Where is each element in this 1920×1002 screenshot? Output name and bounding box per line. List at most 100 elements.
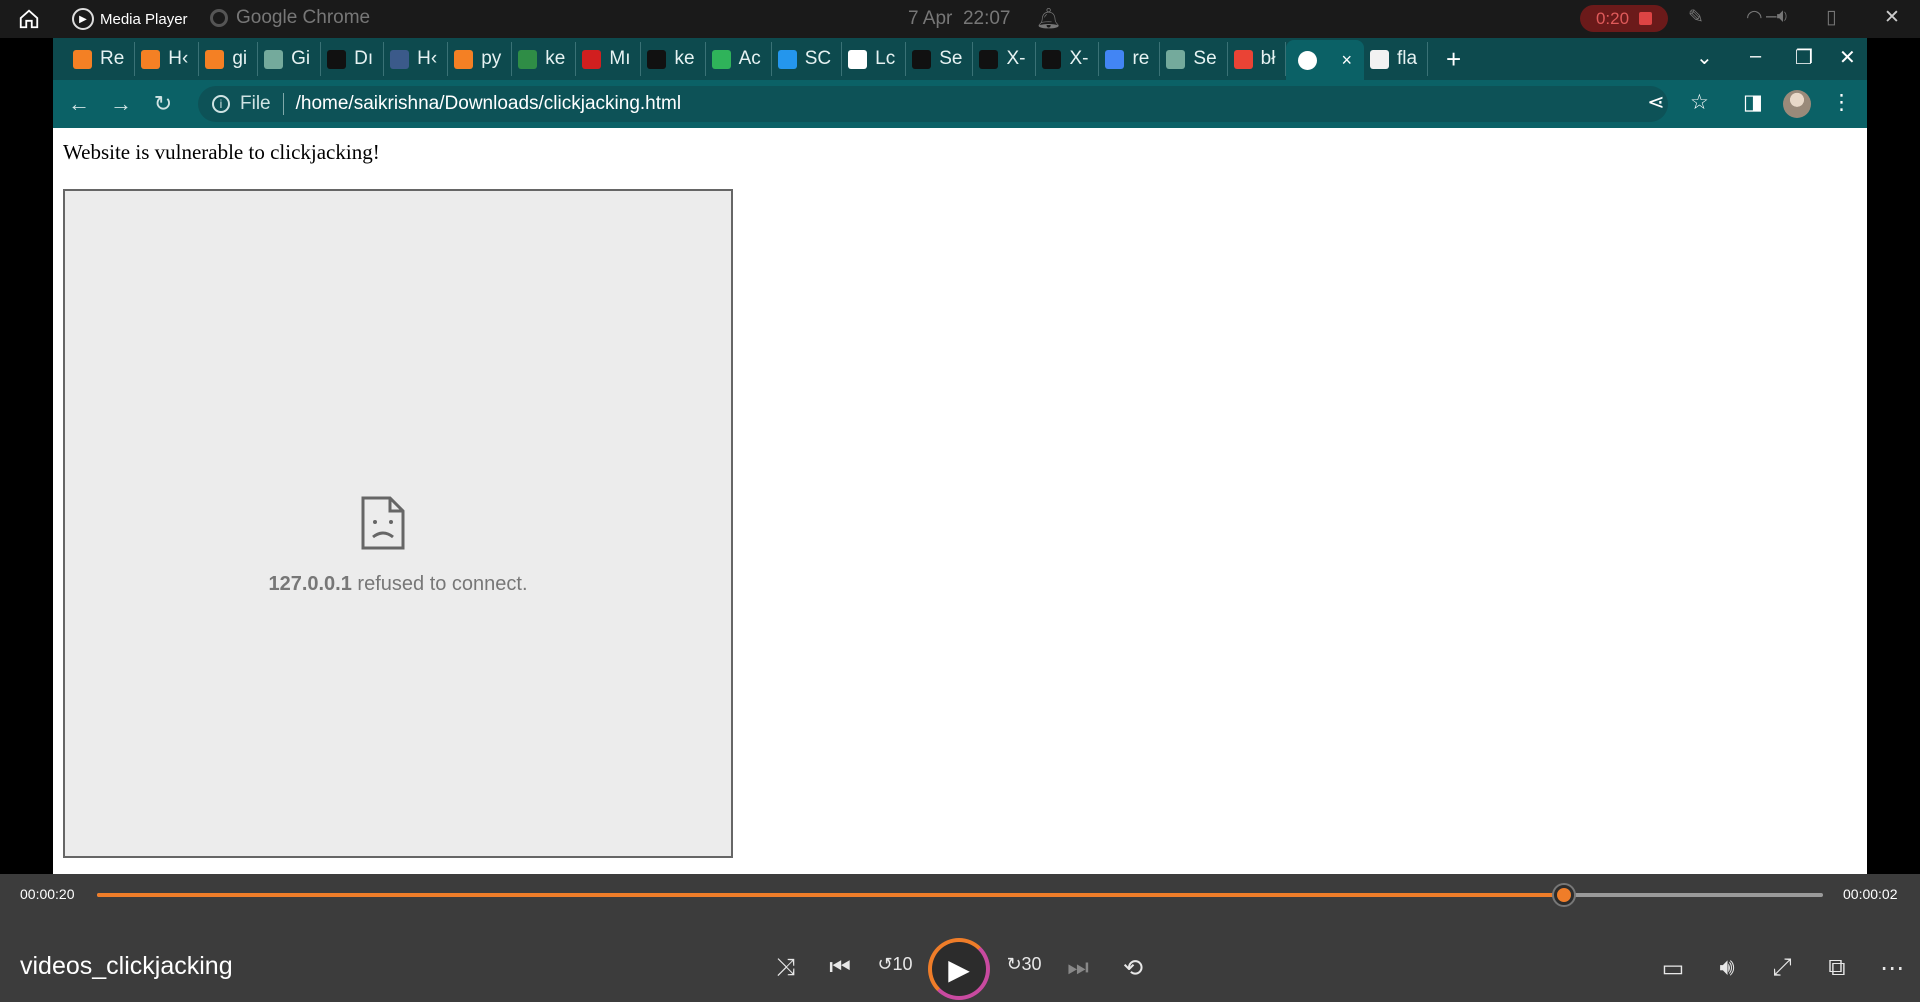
seek-handle[interactable] xyxy=(1554,885,1575,905)
doc-icon xyxy=(390,49,410,69)
tab-4[interactable]: Dı xyxy=(321,42,385,76)
tab-label: py xyxy=(481,48,502,69)
tab-5[interactable]: H‹ xyxy=(384,42,449,76)
mini-view-icon[interactable]: ⧉ xyxy=(1819,954,1855,982)
tab-6[interactable]: py xyxy=(448,42,513,76)
tab-9[interactable]: ke xyxy=(641,42,706,76)
volume-icon[interactable]: 🔊︎ xyxy=(1709,954,1745,982)
video-title: videos_clickjacking xyxy=(20,952,233,980)
stackoverflow-icon xyxy=(141,49,161,69)
more-options-icon[interactable]: ⋯ xyxy=(1874,954,1910,983)
subtitles-icon[interactable]: ▭ xyxy=(1655,954,1691,983)
info-icon[interactable]: i xyxy=(212,95,230,113)
tab-3[interactable]: Gi xyxy=(258,42,322,76)
window-close-icon[interactable]: ✕ xyxy=(1839,45,1856,70)
stackoverflow-icon xyxy=(454,49,474,69)
page-content: Website is vulnerable to clickjacking! 1… xyxy=(53,128,1867,874)
phone-icon xyxy=(912,49,932,69)
browser-toolbar: ← → ↻ i File /home/saikrishna/Downloads/… xyxy=(53,80,1867,128)
wifi-icon[interactable]: ◠ xyxy=(1746,6,1763,29)
cube-icon xyxy=(1369,49,1389,69)
side-panel-icon[interactable]: ◨ xyxy=(1743,90,1763,115)
remaining-time: 00:00:02 xyxy=(1843,886,1898,902)
error-host: 127.0.0.1 xyxy=(268,573,352,595)
chrome-label: Google Chrome xyxy=(236,7,371,28)
tab-0[interactable]: Re xyxy=(67,42,136,76)
media-player-app[interactable]: ▶ Media Player xyxy=(72,8,188,30)
tab-10[interactable]: Ac xyxy=(706,42,772,76)
seek-bar[interactable] xyxy=(97,885,1823,905)
pen-icon[interactable]: ✎ xyxy=(1688,6,1704,29)
minimize-icon[interactable]: – xyxy=(1750,45,1761,68)
tab-label: H‹ xyxy=(168,48,189,69)
fullscreen-icon[interactable]: ⤢ xyxy=(1764,954,1800,982)
gmail-icon xyxy=(1233,49,1253,69)
battery-icon[interactable]: ▯ xyxy=(1826,6,1836,29)
tab-close-icon[interactable]: × xyxy=(1341,50,1352,71)
address-path[interactable]: /home/saikrishna/Downloads/clickjacking.… xyxy=(296,93,681,115)
forward-30-icon[interactable]: ↻30 xyxy=(1006,954,1042,975)
stop-icon[interactable] xyxy=(1639,12,1653,25)
tab-label: X- xyxy=(1006,48,1026,69)
recording-time: 0:20 xyxy=(1595,8,1630,28)
tab-label: Re xyxy=(100,48,125,69)
medium-icon xyxy=(1042,49,1062,69)
tab-17[interactable]: Se xyxy=(1160,42,1228,76)
google-icon xyxy=(1105,49,1125,69)
tab-12[interactable]: Lc xyxy=(842,42,907,76)
forward-icon[interactable]: → xyxy=(100,91,142,117)
tab-flask[interactable]: fla xyxy=(1364,42,1429,76)
back-icon[interactable]: ← xyxy=(58,91,100,117)
bell-icon[interactable]: 🔔︎ xyxy=(1036,6,1061,31)
chrome-icon xyxy=(210,9,228,27)
tab-label: ke xyxy=(674,48,695,69)
chatgpt-icon xyxy=(1166,49,1186,69)
menu-icon[interactable]: ⋮ xyxy=(1831,90,1852,115)
tab-18[interactable]: bł xyxy=(1228,42,1287,76)
tab-search-icon[interactable]: ⌄ xyxy=(1696,45,1713,70)
recording-indicator[interactable]: 0:20 xyxy=(1580,5,1668,32)
tab-7[interactable]: ke xyxy=(512,42,577,76)
profile-avatar[interactable] xyxy=(1783,90,1811,118)
tab-13[interactable]: Se xyxy=(906,42,974,76)
stackoverflow-icon xyxy=(73,49,92,69)
github-icon xyxy=(647,49,667,69)
time: 22:07 xyxy=(962,8,1011,29)
rewind-10-icon[interactable]: ↺10 xyxy=(877,954,913,975)
bookmark-star-icon[interactable]: ☆ xyxy=(1690,90,1709,115)
close-icon[interactable]: ✕ xyxy=(1884,6,1900,29)
tab-2[interactable]: gi xyxy=(199,42,259,76)
diamond-icon xyxy=(711,49,731,69)
clock: 7 Apr 22:07 xyxy=(908,8,1010,30)
elapsed-time: 00:00:20 xyxy=(20,886,75,902)
tab-active[interactable]: × xyxy=(1286,40,1364,80)
home-icon[interactable] xyxy=(18,8,40,30)
connection-error-text: 127.0.0.1 refused to connect. xyxy=(65,573,731,596)
tab-14[interactable]: X- xyxy=(973,42,1037,76)
share-icon[interactable]: ⋖ xyxy=(1647,90,1665,115)
play-button[interactable]: ▶ xyxy=(928,938,990,1000)
tab-11[interactable]: SC xyxy=(772,42,843,76)
reload-icon[interactable]: ↻ xyxy=(142,91,184,117)
tab-8[interactable]: Mı xyxy=(576,42,642,76)
sad-file-icon xyxy=(361,496,405,550)
tab-15[interactable]: X- xyxy=(1036,42,1100,76)
chrome-app[interactable]: Google Chrome xyxy=(210,7,370,29)
new-tab-button[interactable]: + xyxy=(1446,44,1461,75)
tab-label: gi xyxy=(232,48,248,69)
tab-label: Ac xyxy=(738,48,761,69)
tab-1[interactable]: H‹ xyxy=(135,42,200,76)
tab-16[interactable]: re xyxy=(1099,42,1161,76)
restore-icon[interactable]: ❐ xyxy=(1795,45,1813,70)
tab-label: re xyxy=(1132,48,1150,69)
previous-icon[interactable]: ⏮︎ xyxy=(822,954,858,982)
shuffle-icon[interactable]: ⤨ xyxy=(768,954,804,982)
docker-icon xyxy=(777,49,797,69)
tab-list: Re H‹ gi Gi Dı H‹ py ke Mı ke Ac SC Lc Se X- X-re Se bł xyxy=(67,42,1287,76)
address-bar[interactable]: i File /home/saikrishna/Downloads/clickj… xyxy=(198,86,1668,122)
embedded-iframe[interactable]: 127.0.0.1 refused to connect. xyxy=(63,189,733,858)
page-message: Website is vulnerable to clickjacking! xyxy=(63,140,380,164)
volume-icon[interactable]: –🔉︎ xyxy=(1766,6,1789,28)
repeat-off-icon[interactable]: ⟲ xyxy=(1115,954,1151,983)
next-icon[interactable]: ⏭︎ xyxy=(1060,954,1096,982)
